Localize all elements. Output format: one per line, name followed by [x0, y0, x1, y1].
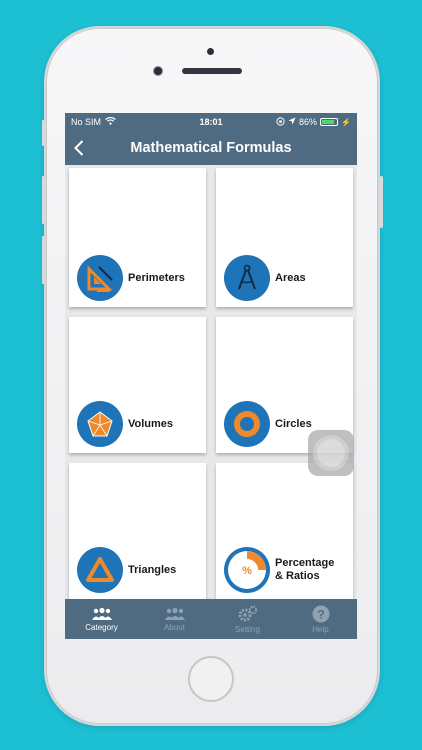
category-label: Volumes	[128, 418, 174, 430]
category-card-volumes[interactable]: Volumes	[69, 317, 206, 453]
tab-bar: Category About Setting ? Help	[65, 599, 357, 639]
tab-setting[interactable]: Setting	[211, 599, 284, 639]
category-card-triangles[interactable]: Triangles	[69, 463, 206, 599]
tab-help[interactable]: ? Help	[284, 599, 357, 639]
people-icon	[164, 607, 185, 620]
tab-label: Setting	[235, 624, 260, 634]
chevron-left-icon	[74, 140, 84, 156]
compass-icon	[224, 255, 270, 301]
volume-up-button	[42, 176, 45, 224]
assistive-touch-button[interactable]	[308, 430, 354, 476]
earpiece-speaker	[182, 68, 242, 74]
svg-text:%: %	[242, 565, 252, 577]
help-icon: ?	[312, 605, 329, 622]
carrier-label: No SIM	[71, 117, 102, 127]
gears-icon	[238, 605, 257, 621]
polyhedron-icon	[77, 401, 123, 447]
battery-percent: 86%	[299, 117, 318, 127]
category-label: Areas	[275, 272, 306, 284]
battery-icon	[320, 118, 339, 126]
assistive-touch-icon	[317, 439, 345, 467]
power-button	[380, 176, 383, 228]
mute-switch	[42, 120, 45, 146]
app-screen: No SIM 18:01 86% ⚡ Mathematical Formulas	[65, 113, 357, 639]
page-title: Mathematical Formulas	[130, 140, 292, 156]
tab-label: Help	[312, 624, 329, 634]
status-time: 18:01	[199, 117, 223, 127]
back-button[interactable]	[65, 131, 93, 165]
front-camera	[153, 66, 163, 76]
orientation-lock-icon	[276, 116, 285, 128]
set-square-icon	[77, 255, 123, 301]
category-label: Triangles	[128, 564, 177, 576]
tab-category[interactable]: Category	[65, 599, 138, 639]
circle-icon	[224, 401, 270, 447]
proximity-sensor	[207, 48, 214, 55]
category-label: Circles	[275, 418, 312, 430]
category-label: Perimeters	[128, 272, 185, 284]
tab-label: Category	[85, 622, 118, 632]
category-card-perimeters[interactable]: Perimeters	[69, 168, 206, 307]
charging-icon: ⚡	[341, 117, 351, 127]
category-label: Percentage & Ratios	[275, 557, 335, 582]
volume-down-button	[42, 236, 45, 284]
category-card-percentage-ratios[interactable]: % Percentage & Ratios	[216, 463, 353, 599]
category-card-areas[interactable]: Areas	[216, 168, 353, 307]
percentage-icon: %	[224, 547, 270, 593]
status-bar: No SIM 18:01 86% ⚡	[65, 113, 357, 131]
triangle-icon	[77, 547, 123, 593]
home-button[interactable]	[188, 656, 234, 702]
battery-fill	[322, 120, 335, 124]
group-icon	[91, 607, 112, 620]
svg-text:?: ?	[317, 607, 324, 621]
location-icon	[288, 117, 296, 127]
navigation-bar: Mathematical Formulas	[65, 131, 357, 165]
wifi-icon	[105, 116, 116, 127]
tab-label: About	[164, 622, 185, 632]
tab-about[interactable]: About	[138, 599, 211, 639]
